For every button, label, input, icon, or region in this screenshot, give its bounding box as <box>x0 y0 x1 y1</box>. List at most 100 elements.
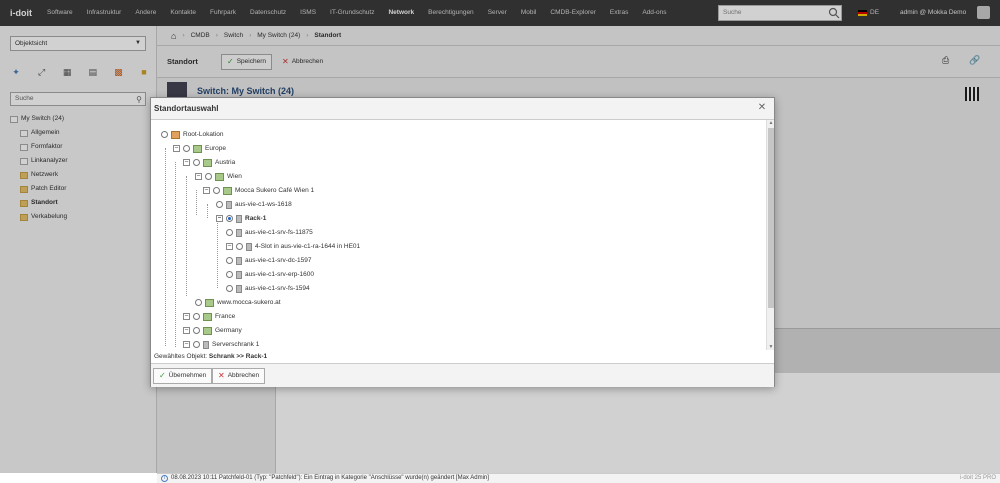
location-icon <box>203 158 212 167</box>
location-tree-item[interactable]: aus-vie-c1-srv-dc-1597 <box>226 254 311 267</box>
location-tree-label: Serverschrank 1 <box>212 341 260 348</box>
location-tree-item[interactable]: – Serverschrank 1 <box>183 338 259 350</box>
collapse-icon[interactable]: – <box>183 313 190 320</box>
apply-label: Übernehmen <box>168 372 207 379</box>
server-icon <box>236 256 242 265</box>
home-icon <box>171 130 180 139</box>
location-radio[interactable] <box>205 173 212 180</box>
location-tree-item[interactable]: Root-Lokation <box>161 128 223 141</box>
collapse-icon[interactable]: – <box>173 145 180 152</box>
location-tree-item[interactable]: aus-vie-c1-ws-1618 <box>216 198 292 211</box>
location-radio[interactable] <box>193 313 200 320</box>
location-radio[interactable] <box>193 327 200 334</box>
location-radio[interactable] <box>226 229 233 236</box>
location-tree-label: Europe <box>205 145 226 152</box>
server-icon <box>236 284 242 293</box>
collapse-icon[interactable]: – <box>195 173 202 180</box>
selected-prefix: Gewähltes Objekt: <box>154 353 208 360</box>
location-tree-item[interactable]: – Europe <box>173 142 226 155</box>
location-radio[interactable] <box>195 299 202 306</box>
location-radio[interactable] <box>183 145 190 152</box>
location-tree-label: Germany <box>215 327 242 334</box>
server-icon <box>236 270 242 279</box>
location-tree-label: aus-vie-c1-srv-erp-1600 <box>245 271 314 278</box>
dialog-footer: ✓ Übernehmen ✕ Abbrechen <box>151 363 774 387</box>
location-tree-label: aus-vie-c1-srv-fs-11875 <box>245 229 313 236</box>
location-tree-item[interactable]: – France <box>183 310 235 323</box>
server-icon <box>236 228 242 237</box>
location-tree-item[interactable]: – 4-Slot in aus-vie-c1-ra-1644 in HE01 <box>226 240 360 253</box>
scrollbar-thumb[interactable] <box>768 128 774 308</box>
dialog-title: Standortauswahl <box>151 98 774 120</box>
location-tree-item[interactable]: www.mocca-sukero.at <box>195 296 281 309</box>
collapse-icon[interactable]: – <box>183 341 190 348</box>
location-icon <box>223 186 232 195</box>
location-radio[interactable] <box>226 285 233 292</box>
location-tree-item[interactable]: aus-vie-c1-srv-fs-11875 <box>226 226 313 239</box>
location-radio[interactable] <box>216 201 223 208</box>
location-tree-label: www.mocca-sukero.at <box>217 299 281 306</box>
close-icon[interactable]: ✕ <box>756 102 768 114</box>
close-icon: ✕ <box>218 371 225 380</box>
collapse-icon[interactable]: – <box>183 159 190 166</box>
server-icon <box>236 214 242 223</box>
location-tree-label: Mocca Sukero Café Wien 1 <box>235 187 315 194</box>
server-icon <box>246 242 252 251</box>
location-tree-item[interactable]: aus-vie-c1-srv-fs-1594 <box>226 282 310 295</box>
location-tree: Root-Lokation – Europe – Austria – Wien – Mocca … <box>151 120 774 350</box>
location-icon <box>205 298 214 307</box>
location-tree-item[interactable]: – Germany <box>183 324 242 337</box>
location-radio[interactable] <box>226 271 233 278</box>
location-radio[interactable] <box>236 243 243 250</box>
location-tree-label: Austria <box>215 159 236 166</box>
apply-button[interactable]: ✓ Übernehmen <box>153 368 213 384</box>
tree-connector <box>175 162 176 347</box>
location-icon <box>193 144 202 153</box>
collapse-icon[interactable]: – <box>203 187 210 194</box>
scroll-up-icon[interactable]: ▲ <box>767 120 775 126</box>
status-bar: i 08.08.2023 10:11 Patchfeld-01 (Typ: "P… <box>157 473 1000 483</box>
location-tree-label: aus-vie-c1-srv-fs-1594 <box>245 285 310 292</box>
tree-connector <box>217 218 218 288</box>
tree-connector <box>207 204 208 218</box>
selected-object: Gewähltes Objekt: Schrank >> Rack-1 <box>154 353 267 360</box>
tree-connector <box>186 176 187 296</box>
status-message: 08.08.2023 10:11 Patchfeld-01 (Typ: "Pat… <box>171 475 489 481</box>
location-radio[interactable] <box>161 131 168 138</box>
location-radio[interactable] <box>226 215 233 222</box>
tree-connector <box>165 148 166 346</box>
location-icon <box>215 172 224 181</box>
location-tree-item[interactable]: – Austria <box>183 156 235 169</box>
tree-connector <box>196 190 197 215</box>
location-radio[interactable] <box>193 341 200 348</box>
version-label: i-doit 25 PRO <box>959 475 996 481</box>
location-icon <box>203 312 212 321</box>
collapse-icon[interactable]: – <box>226 243 233 250</box>
location-tree-label: Rack-1 <box>245 215 267 222</box>
location-tree-label: Root-Lokation <box>183 131 224 138</box>
location-tree-item[interactable]: aus-vie-c1-srv-erp-1600 <box>226 268 314 281</box>
scrollbar[interactable]: ▲ ▼ <box>766 120 774 350</box>
location-radio[interactable] <box>213 187 220 194</box>
scroll-down-icon[interactable]: ▼ <box>767 344 775 350</box>
check-icon: ✓ <box>159 371 166 380</box>
location-tree-label: aus-vie-c1-srv-dc-1597 <box>245 257 312 264</box>
location-tree-item[interactable]: – Wien <box>195 170 242 183</box>
location-tree-label: 4-Slot in aus-vie-c1-ra-1644 in HE01 <box>255 243 361 250</box>
location-tree-label: France <box>215 313 236 320</box>
dialog-cancel-button[interactable]: ✕ Abbrechen <box>212 368 266 384</box>
dialog-cancel-label: Abbrechen <box>227 372 260 379</box>
location-tree-item[interactable]: – Rack-1 <box>216 212 266 225</box>
server-icon <box>203 340 209 349</box>
location-radio[interactable] <box>193 159 200 166</box>
selected-value: Schrank >> Rack-1 <box>208 353 268 360</box>
location-radio[interactable] <box>226 257 233 264</box>
collapse-icon[interactable]: – <box>216 215 223 222</box>
info-icon: i <box>161 475 168 482</box>
location-icon <box>203 326 212 335</box>
collapse-icon[interactable]: – <box>183 327 190 334</box>
location-tree-label: Wien <box>227 173 242 180</box>
location-tree-item[interactable]: – Mocca Sukero Café Wien 1 <box>203 184 314 197</box>
server-icon <box>226 200 232 209</box>
location-dialog: Standortauswahl ✕ Root-Lokation – Europe – A… <box>150 97 775 387</box>
